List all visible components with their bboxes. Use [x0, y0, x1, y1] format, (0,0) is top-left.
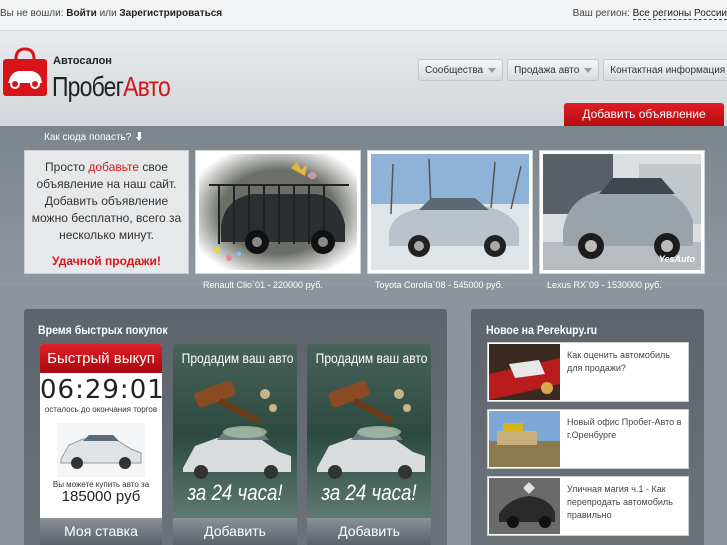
news-thumbnail: [489, 478, 560, 534]
add-ad-button[interactable]: Добавить объявление: [564, 103, 724, 126]
news-item[interactable]: Как оценить автомобиль для продажи?: [487, 342, 689, 402]
chevron-down-icon: [584, 67, 593, 73]
promo-text-pre: Просто: [45, 160, 89, 174]
logo-subtitle: Автосалон: [53, 55, 112, 67]
news-panel: Новое на Perekupy.ru Как оценить автомоб…: [471, 309, 704, 545]
news-image: [489, 344, 560, 400]
promo-box: Просто добавьте свое объявление на наш с…: [24, 150, 189, 274]
news-thumbnail: [489, 411, 560, 467]
watermark-text: YesAuto: [658, 254, 695, 264]
news-item[interactable]: Новый офис Пробег-Авто в г.Оренбурге: [487, 409, 689, 469]
download-arrow-icon: [136, 132, 143, 141]
news-title: Новое на Perekupy.ru: [486, 323, 598, 337]
news-image: [489, 478, 560, 534]
car-caption: Renault Clio`01 - 220000 руб.: [203, 280, 323, 290]
car-photo-image: [371, 154, 529, 270]
region-selector: Ваш регион: Все регионы России: [572, 8, 727, 20]
my-bid-button[interactable]: Моя ставка: [40, 518, 162, 545]
gavel-car-image: [183, 380, 291, 479]
menu-item-communities[interactable]: Сообщества: [418, 59, 504, 81]
menu-label-car-sales: Продажа авто: [514, 64, 580, 76]
menu-item-car-sales[interactable]: Продажа авто: [507, 59, 600, 81]
logo-title: ПробегАвто: [52, 71, 171, 103]
howto-label: Как сюда попасть?: [44, 132, 132, 143]
car-card-lexus[interactable]: YesAuto: [539, 150, 705, 274]
buyout-price: 185000 руб: [61, 488, 141, 505]
auction-timer: 06:29:01: [40, 375, 165, 405]
car-card-renault[interactable]: [195, 150, 361, 274]
sell-banner-deadline: за 24 часа!: [187, 480, 283, 505]
featured-band: Как сюда попасть? Просто добавьте свое о…: [0, 126, 727, 290]
chevron-down-icon: [488, 67, 497, 73]
menu-label-contacts: Контактная информация: [610, 64, 726, 76]
sell-banner-title: Продадим ваш авто: [315, 350, 428, 366]
auction-car-photo[interactable]: [57, 423, 145, 477]
sell-banner: Продадим ваш авто за 24 часа! Добавить: [173, 344, 297, 545]
quick-buyout-header: Быстрый выкуп: [40, 344, 162, 373]
sell-add-button[interactable]: Добавить: [173, 518, 297, 545]
sell-banner-deadline: за 24 часа!: [321, 480, 417, 505]
site-header: Автосалон ПробегАвто Сообщества Продажа …: [0, 31, 727, 126]
gavel-car-image: [317, 380, 425, 479]
sell-banner-title: Продадим ваш авто: [181, 350, 294, 366]
car-photo-image: [199, 154, 357, 270]
promo-text: Просто добавьте свое объявление на наш с…: [31, 159, 182, 244]
car-photo: [199, 154, 357, 270]
not-logged-text: Вы не вошли:: [0, 8, 64, 19]
car-caption: Toyota Corolla`08 - 545000 руб.: [375, 280, 504, 290]
fast-purchases-panel: Время быстрых покупок Быстрый выкуп 06:2…: [24, 309, 447, 545]
sell-banner: Продадим ваш авто за 24 часа! Добавить: [307, 344, 431, 545]
menu-label-communities: Сообщества: [425, 64, 484, 76]
region-link[interactable]: Все регионы России: [632, 8, 727, 20]
news-image: [489, 411, 560, 467]
logo-bag-icon: [3, 47, 47, 96]
promo-good-luck: Удачной продажи!: [52, 254, 161, 268]
region-label: Ваш регион:: [572, 8, 630, 19]
news-thumbnail: [489, 344, 560, 400]
sell-add-button[interactable]: Добавить: [307, 518, 431, 545]
car-card-toyota[interactable]: [367, 150, 533, 274]
car-photo-image: [543, 154, 701, 270]
logo-title-red: Авто: [123, 71, 171, 102]
promo-add-link[interactable]: добавьте: [88, 160, 139, 174]
news-text: Как оценить автомобиль для продажи?: [567, 350, 670, 373]
top-bar: Вы не вошли: Войти или Зарегистрироватьс…: [0, 0, 727, 31]
quick-buyout-card: Быстрый выкуп 06:29:01 осталось до оконч…: [40, 344, 165, 545]
news-text: Новый офис Пробег-Авто в г.Оренбурге: [567, 417, 682, 440]
menu-item-contacts[interactable]: Контактная информация: [603, 59, 727, 81]
fast-purchases-title: Время быстрых покупок: [38, 323, 168, 337]
timer-note: осталось до окончания торгов: [44, 405, 158, 414]
main-menu: Сообщества Продажа авто Контактная инфор…: [418, 59, 727, 81]
howto-link[interactable]: Как сюда попасть?: [44, 132, 143, 143]
auth-status: Вы не вошли: Войти или Зарегистрироватьс…: [0, 8, 222, 19]
car-photo: YesAuto: [543, 154, 701, 270]
car-photo: [371, 154, 529, 270]
login-link[interactable]: Войти: [66, 8, 97, 19]
car-caption: Lexus RX`09 - 1530000 руб.: [547, 280, 662, 290]
register-link[interactable]: Зарегистрироваться: [119, 8, 222, 19]
or-text: или: [99, 8, 117, 19]
news-text: Уличная магия ч.1 - Как перепродать авто…: [567, 484, 673, 520]
logo-title-black: Пробег: [52, 71, 124, 102]
auction-car-image: [57, 423, 145, 477]
news-item[interactable]: Уличная магия ч.1 - Как перепродать авто…: [487, 476, 689, 536]
